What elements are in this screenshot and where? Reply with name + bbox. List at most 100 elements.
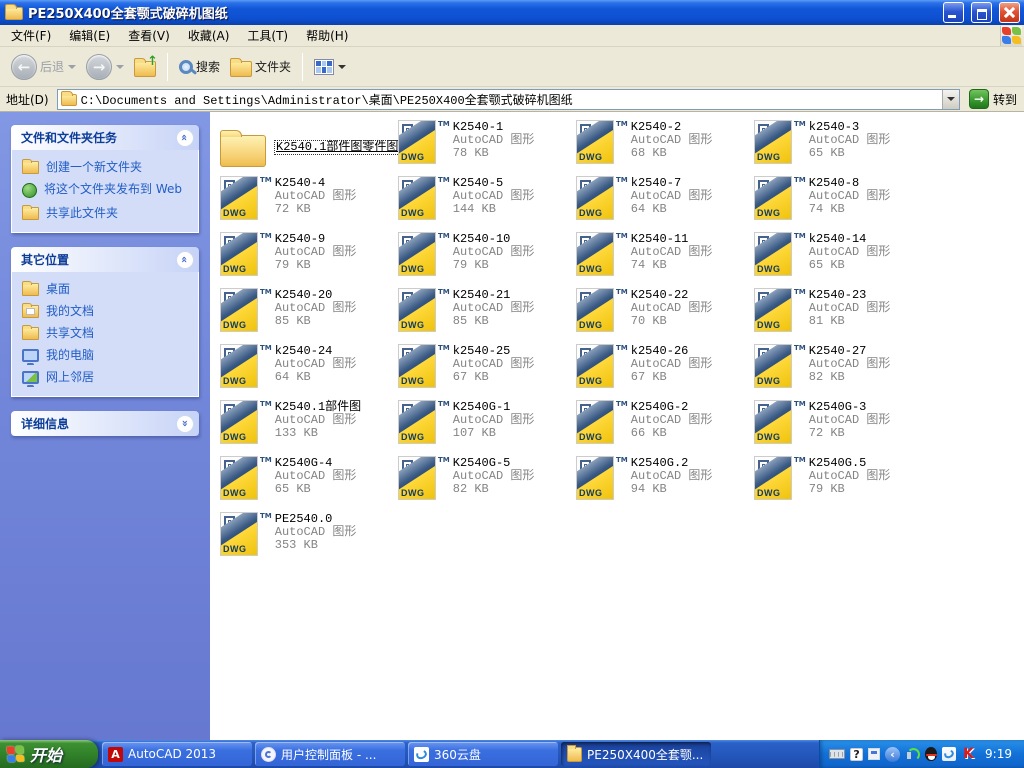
file-tile[interactable]: DWG TM K2540-1 AutoCAD 图形 78 KB: [398, 118, 576, 174]
file-tile-text: K2540-9 AutoCAD 图形 79 KB: [275, 232, 357, 272]
file-size: 78 KB: [453, 147, 535, 160]
restore-button[interactable]: [971, 2, 992, 23]
file-tile[interactable]: DWG TM k2540-7 AutoCAD 图形 64 KB: [576, 174, 754, 230]
file-tile[interactable]: DWG TM k2540-3 AutoCAD 图形 65 KB: [754, 118, 932, 174]
forward-dropdown-icon[interactable]: [116, 65, 124, 69]
file-size: 74 KB: [631, 259, 713, 272]
taskbar-task[interactable]: PE250X400全套颚...: [561, 742, 711, 766]
file-tile[interactable]: DWG TM K2540G-5 AutoCAD 图形 82 KB: [398, 454, 576, 510]
file-tile[interactable]: DWG TM k2540-26 AutoCAD 图形 67 KB: [576, 342, 754, 398]
sidebar-place-link[interactable]: 我的电脑: [22, 348, 190, 362]
file-size: 64 KB: [631, 203, 713, 216]
menu-item[interactable]: 帮助(H): [297, 25, 357, 46]
file-tile-text: K2540G.5 AutoCAD 图形 79 KB: [809, 456, 891, 496]
file-tile[interactable]: DWG TM K2540G-4 AutoCAD 图形 65 KB: [220, 454, 398, 510]
expand-button[interactable]: «: [176, 415, 194, 433]
taskbar-task[interactable]: 360云盘: [408, 742, 558, 766]
file-tile[interactable]: DWG TM K2540-21 AutoCAD 图形 85 KB: [398, 286, 576, 342]
file-tile[interactable]: DWG TM K2540-5 AutoCAD 图形 144 KB: [398, 174, 576, 230]
file-tile[interactable]: DWG TM k2540-24 AutoCAD 图形 64 KB: [220, 342, 398, 398]
views-button[interactable]: [311, 59, 349, 75]
sidebar-task-link[interactable]: 将这个文件夹发布到 Web: [22, 182, 190, 198]
file-tile[interactable]: DWG TM K2540-4 AutoCAD 图形 72 KB: [220, 174, 398, 230]
dwg-file-icon: DWG: [220, 288, 258, 332]
sidebar-place-link[interactable]: 网上邻居: [22, 370, 190, 384]
file-size: 82 KB: [809, 371, 891, 384]
file-tile[interactable]: DWG TM k2540-14 AutoCAD 图形 65 KB: [754, 230, 932, 286]
folders-button[interactable]: 文件夹: [227, 57, 294, 77]
file-tile[interactable]: DWG TM K2540-23 AutoCAD 图形 81 KB: [754, 286, 932, 342]
sidebar-task-link[interactable]: 共享此文件夹: [22, 206, 190, 220]
file-tile[interactable]: DWG TM K2540G.2 AutoCAD 图形 94 KB: [576, 454, 754, 510]
address-path[interactable]: C:\Documents and Settings\Administrator\…: [81, 91, 938, 108]
antivirus-k-tray-icon[interactable]: K: [961, 747, 976, 762]
up-button[interactable]: ↑: [131, 57, 159, 77]
menu-item[interactable]: 工具(T): [238, 25, 297, 46]
keyboard-tray-icon[interactable]: [829, 749, 845, 759]
cloud-360-tray-icon[interactable]: [942, 747, 956, 761]
dwg-file-icon: DWG: [220, 176, 258, 220]
go-button[interactable]: → 转到: [965, 89, 1021, 109]
trademark-icon: TM: [616, 232, 628, 240]
file-tile[interactable]: DWG TM K2540-9 AutoCAD 图形 79 KB: [220, 230, 398, 286]
back-button[interactable]: ← 后退: [8, 54, 79, 80]
file-tile[interactable]: DWG TM K2540.1部件图零件图: [220, 118, 398, 174]
file-tile[interactable]: DWG TM K2540-11 AutoCAD 图形 74 KB: [576, 230, 754, 286]
file-tile[interactable]: DWG TM K2540-10 AutoCAD 图形 79 KB: [398, 230, 576, 286]
shared-documents-icon: [22, 327, 39, 340]
file-tile[interactable]: DWG TM K2540G-3 AutoCAD 图形 72 KB: [754, 398, 932, 454]
trademark-icon: TM: [794, 288, 806, 296]
sidebar-task-link[interactable]: 创建一个新文件夹: [22, 160, 190, 174]
collapse-tray-icon[interactable]: ‹: [885, 747, 900, 762]
task-pane-sidebar: 文件和文件夹任务 « 创建一个新文件夹 将这个文件夹发布到 Web: [0, 112, 210, 740]
dwg-file-icon: DWG: [754, 456, 792, 500]
views-dropdown-icon[interactable]: [338, 65, 346, 69]
network-signal-icon[interactable]: [905, 748, 920, 761]
sidebar-place-link[interactable]: 共享文档: [22, 326, 190, 340]
taskbar-task[interactable]: AutoCAD 2013: [102, 742, 252, 766]
file-tile[interactable]: DWG TM K2540G-1 AutoCAD 图形 107 KB: [398, 398, 576, 454]
close-button[interactable]: [999, 2, 1020, 23]
back-dropdown-icon[interactable]: [68, 65, 76, 69]
file-tile[interactable]: DWG TM K2540-8 AutoCAD 图形 74 KB: [754, 174, 932, 230]
dwg-file-icon: DWG: [576, 288, 614, 332]
file-tile[interactable]: DWG TM K2540-22 AutoCAD 图形 70 KB: [576, 286, 754, 342]
sidebar-place-link[interactable]: 桌面: [22, 282, 190, 296]
forward-button[interactable]: →: [83, 54, 127, 80]
taskbar-task[interactable]: 用户控制面板 - ...: [255, 742, 405, 766]
sidebar-place-label: 我的电脑: [46, 348, 94, 362]
collapse-button[interactable]: «: [176, 251, 194, 269]
menu-item[interactable]: 查看(V): [119, 25, 179, 46]
start-button[interactable]: 开始: [0, 740, 98, 768]
help-tray-icon[interactable]: ?: [850, 748, 863, 761]
minimize-button[interactable]: [943, 2, 964, 23]
file-tile[interactable]: DWG TM k2540-25 AutoCAD 图形 67 KB: [398, 342, 576, 398]
address-dropdown-button[interactable]: [942, 90, 959, 109]
file-tile[interactable]: DWG TM K2540G-2 AutoCAD 图形 66 KB: [576, 398, 754, 454]
qq-tray-icon[interactable]: [925, 747, 937, 761]
file-tasks-header[interactable]: 文件和文件夹任务 «: [11, 125, 199, 150]
sidebar-task-label: 创建一个新文件夹: [46, 160, 142, 174]
file-tile[interactable]: DWG TM K2540-20 AutoCAD 图形 85 KB: [220, 286, 398, 342]
trademark-icon: TM: [438, 288, 450, 296]
address-input[interactable]: C:\Documents and Settings\Administrator\…: [57, 89, 960, 110]
toolbar-separator: [302, 53, 303, 81]
file-tile[interactable]: DWG TM K2540-2 AutoCAD 图形 68 KB: [576, 118, 754, 174]
menu-item[interactable]: 编辑(E): [60, 25, 119, 46]
file-size: 81 KB: [809, 315, 891, 328]
other-places-header[interactable]: 其它位置 «: [11, 247, 199, 272]
menu-item[interactable]: 文件(F): [2, 25, 60, 46]
menu-item[interactable]: 收藏(A): [179, 25, 239, 46]
windows-flag-icon: [7, 746, 25, 763]
dwg-file-icon: DWG: [220, 344, 258, 388]
trademark-icon: TM: [260, 232, 272, 240]
file-tile[interactable]: DWG TM K2540-27 AutoCAD 图形 82 KB: [754, 342, 932, 398]
file-tile[interactable]: DWG TM K2540G.5 AutoCAD 图形 79 KB: [754, 454, 932, 510]
collapse-button[interactable]: «: [176, 129, 194, 147]
details-header[interactable]: 详细信息 «: [11, 411, 199, 436]
file-tile[interactable]: DWG TM K2540.1部件图 AutoCAD 图形 133 KB: [220, 398, 398, 454]
sidebar-place-link[interactable]: 我的文档: [22, 304, 190, 318]
window-tray-icon[interactable]: [868, 748, 880, 760]
file-tile[interactable]: DWG TM PE2540.0 AutoCAD 图形 353 KB: [220, 510, 398, 566]
search-button[interactable]: 搜索: [176, 58, 223, 75]
